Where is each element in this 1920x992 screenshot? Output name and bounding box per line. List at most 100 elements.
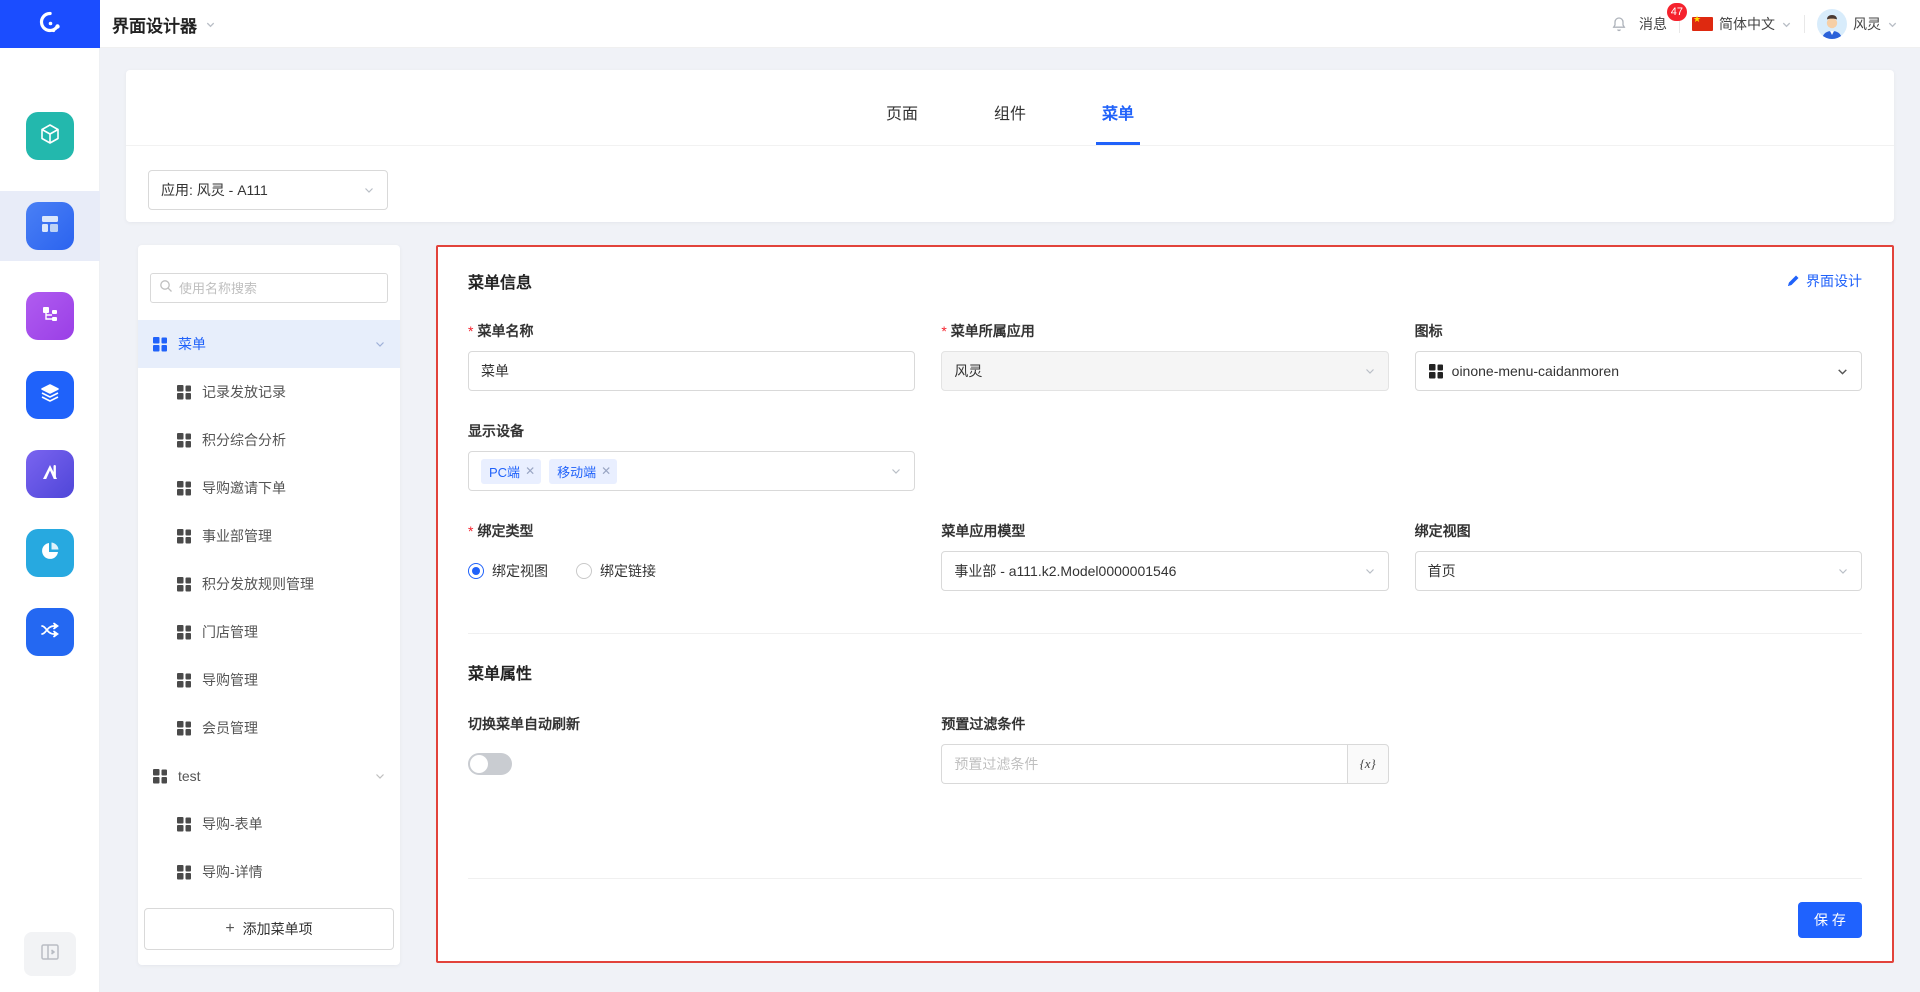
sidebar-item-ui-designer[interactable] bbox=[26, 202, 74, 250]
menu-name-input[interactable] bbox=[481, 363, 902, 379]
field-menu-app: *菜单所属应用 风灵 bbox=[941, 321, 1388, 391]
radio-bind-link[interactable]: 绑定链接 bbox=[576, 561, 656, 581]
expression-button[interactable]: {x} bbox=[1347, 744, 1389, 784]
tree-item-huiyuanguanli[interactable]: 会员管理 bbox=[138, 704, 400, 752]
letter-a-icon bbox=[38, 460, 62, 489]
menu-tree-panel: 菜单 记录发放记录 积分综合分析 导购邀请下单 事业部管理 积分发放规则管理 门… bbox=[138, 245, 400, 965]
menu-grid-icon bbox=[176, 624, 192, 640]
menu-grid-icon bbox=[176, 672, 192, 688]
title-chevron-down-icon[interactable] bbox=[205, 19, 216, 30]
menu-grid-icon bbox=[176, 480, 192, 496]
messages-button[interactable]: 消息 47 bbox=[1639, 14, 1667, 34]
tree-item-test[interactable]: test bbox=[138, 752, 400, 800]
menu-tree: 菜单 记录发放记录 积分综合分析 导购邀请下单 事业部管理 积分发放规则管理 门… bbox=[138, 320, 400, 896]
required-mark: * bbox=[468, 323, 473, 339]
radio-dot bbox=[468, 563, 484, 579]
display-device-multiselect[interactable]: PC端 ✕ 移动端 ✕ bbox=[468, 451, 915, 491]
tree-item-jifenfafangguize[interactable]: 积分发放规则管理 bbox=[138, 560, 400, 608]
menu-info-panel: 菜单信息 界面设计 *菜单名称 *菜单所属应用 风灵 图标 oin bbox=[436, 245, 1894, 963]
app-filter-select[interactable]: 应用: 风灵 - A111 bbox=[148, 170, 388, 210]
sidebar-item-integration-designer[interactable] bbox=[26, 608, 74, 656]
tag-pc: PC端 ✕ bbox=[481, 459, 541, 484]
menu-grid-icon bbox=[176, 528, 192, 544]
language-label: 简体中文 bbox=[1719, 14, 1775, 34]
tag-remove-icon[interactable]: ✕ bbox=[601, 464, 611, 478]
chevron-down-icon[interactable] bbox=[374, 338, 386, 350]
auto-refresh-toggle[interactable] bbox=[468, 753, 512, 775]
user-menu[interactable]: 风灵 bbox=[1817, 9, 1898, 39]
tree-item-label: 事业部管理 bbox=[202, 526, 272, 546]
sidebar-collapse-button[interactable] bbox=[24, 932, 76, 976]
app-filter-value: 应用: 风灵 - A111 bbox=[161, 180, 268, 200]
pie-chart-icon bbox=[38, 539, 62, 568]
tree-item-jifenzonghefenxi[interactable]: 积分综合分析 bbox=[138, 416, 400, 464]
topbar-divider bbox=[1804, 15, 1805, 33]
field-display-device: 显示设备 PC端 ✕ 移动端 ✕ bbox=[468, 421, 915, 491]
save-button[interactable]: 保 存 bbox=[1798, 902, 1862, 938]
sidebar-item-model-designer[interactable] bbox=[26, 112, 74, 160]
tree-item-label: 记录发放记录 bbox=[202, 382, 286, 402]
tree-item-label: 菜单 bbox=[178, 334, 206, 354]
menu-attributes-title: 菜单属性 bbox=[468, 660, 1862, 684]
tab-components[interactable]: 组件 bbox=[988, 100, 1032, 145]
search-input[interactable] bbox=[179, 281, 379, 296]
app-logo[interactable] bbox=[0, 0, 100, 48]
tab-menus[interactable]: 菜单 bbox=[1096, 100, 1140, 145]
tree-item-label: 导购邀请下单 bbox=[202, 478, 286, 498]
tag-remove-icon[interactable]: ✕ bbox=[525, 464, 535, 478]
sidebar-item-data-designer[interactable] bbox=[26, 371, 74, 419]
menu-model-select[interactable]: 事业部 - a111.k2.Model0000001546 bbox=[941, 551, 1388, 591]
preset-filter-input[interactable] bbox=[954, 756, 1334, 772]
collapse-panel-icon bbox=[40, 943, 60, 966]
tree-item-label: 导购-表单 bbox=[202, 814, 263, 834]
tree-item-shiyebuguanli[interactable]: 事业部管理 bbox=[138, 512, 400, 560]
bell-icon[interactable] bbox=[1611, 16, 1627, 32]
tree-item-mendianguanli[interactable]: 门店管理 bbox=[138, 608, 400, 656]
radio-bind-view[interactable]: 绑定视图 bbox=[468, 561, 548, 581]
field-bind-type: *绑定类型 绑定视图 绑定链接 bbox=[468, 521, 915, 591]
icon-select[interactable]: oinone-menu-caidanmoren bbox=[1415, 351, 1862, 391]
field-preset-filter: 预置过滤条件 {x} bbox=[941, 714, 1388, 784]
tree-item-caidan[interactable]: 菜单 bbox=[138, 320, 400, 368]
sidebar-item-ai-designer[interactable] bbox=[26, 450, 74, 498]
layers-icon bbox=[38, 381, 62, 410]
menu-grid-icon bbox=[176, 384, 192, 400]
tab-bar: 页面 组件 菜单 bbox=[126, 70, 1894, 146]
add-menu-item-button[interactable]: + 添加菜单项 bbox=[144, 908, 394, 950]
china-flag-icon: ★ bbox=[1692, 17, 1713, 31]
chevron-down-icon[interactable] bbox=[374, 770, 386, 782]
tree-item-daogouguanli[interactable]: 导购管理 bbox=[138, 656, 400, 704]
menu-app-select[interactable]: 风灵 bbox=[941, 351, 1388, 391]
required-mark: * bbox=[941, 323, 946, 339]
tab-pages[interactable]: 页面 bbox=[880, 100, 924, 145]
menu-grid-icon bbox=[176, 576, 192, 592]
user-chevron-down-icon bbox=[1887, 19, 1898, 30]
tree-item-daogou-biaodan[interactable]: 导购-表单 bbox=[138, 800, 400, 848]
tree-item-daogouyaoqingxiadan[interactable]: 导购邀请下单 bbox=[138, 464, 400, 512]
menu-grid-icon bbox=[176, 816, 192, 832]
flow-tree-icon bbox=[38, 302, 62, 331]
tag-mobile: 移动端 ✕ bbox=[549, 459, 617, 484]
cube-icon bbox=[38, 122, 62, 151]
tree-item-label: test bbox=[178, 768, 201, 784]
radio-dot bbox=[576, 563, 592, 579]
layout-icon bbox=[38, 212, 62, 241]
sidebar-item-workflow-designer[interactable] bbox=[26, 292, 74, 340]
menu-grid-icon bbox=[176, 432, 192, 448]
search-icon bbox=[159, 279, 173, 298]
bind-view-select[interactable]: 首页 bbox=[1415, 551, 1862, 591]
chevron-down-icon bbox=[1837, 565, 1849, 577]
chevron-down-icon bbox=[1836, 365, 1849, 378]
logo-icon bbox=[37, 9, 63, 40]
panel-title: 菜单信息 bbox=[468, 269, 532, 293]
chevron-down-icon bbox=[1364, 365, 1376, 377]
chevron-down-icon bbox=[363, 184, 375, 196]
language-chevron-down-icon bbox=[1781, 19, 1792, 30]
tree-item-daogou-xiangqing[interactable]: 导购-详情 bbox=[138, 848, 400, 896]
menu-grid-icon bbox=[1428, 363, 1444, 379]
ui-design-link[interactable]: 界面设计 bbox=[1786, 271, 1862, 291]
sidebar-item-chart-designer[interactable] bbox=[26, 529, 74, 577]
language-selector[interactable]: ★ 简体中文 bbox=[1692, 14, 1792, 34]
sidebar-selected-highlight bbox=[0, 191, 100, 261]
tree-item-jilufafangjilu[interactable]: 记录发放记录 bbox=[138, 368, 400, 416]
